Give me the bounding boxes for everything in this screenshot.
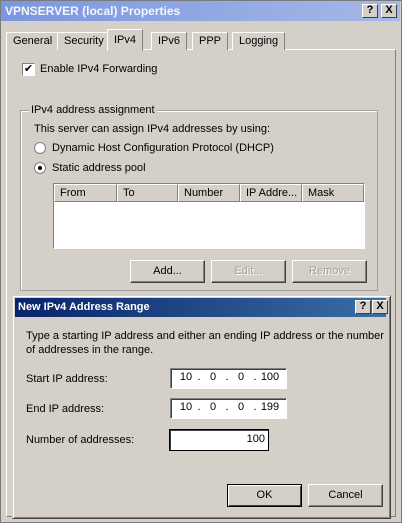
column-header-number[interactable]: Number bbox=[178, 184, 240, 202]
address-count-label: Number of addresses: bbox=[26, 434, 135, 446]
window-title: VPNSERVER (local) Properties bbox=[5, 4, 181, 18]
tab-logging[interactable]: Logging bbox=[232, 32, 286, 50]
column-header-to[interactable]: To bbox=[117, 184, 178, 202]
ip-octet[interactable]: 10 bbox=[174, 401, 198, 413]
start-ip-field[interactable]: 10 . 0 . 0 . 100 bbox=[170, 368, 287, 389]
address-count-input[interactable]: 100 bbox=[169, 429, 269, 451]
tab-ipv6[interactable]: IPv6 bbox=[151, 32, 188, 50]
ip-octet[interactable]: 199 bbox=[258, 401, 282, 413]
address-pool-list[interactable]: From To Number IP Addre... Mask bbox=[53, 183, 365, 249]
ip-octet[interactable]: 0 bbox=[201, 371, 225, 383]
dhcp-radio[interactable] bbox=[34, 142, 46, 154]
remove-button[interactable]: Remove bbox=[292, 260, 367, 283]
ipv4-forwarding-label[interactable]: Enable IPv4 Forwarding bbox=[40, 63, 157, 75]
column-header-mask[interactable]: Mask bbox=[302, 184, 364, 202]
close-icon: X bbox=[385, 4, 393, 16]
dialog-close-button[interactable]: X bbox=[372, 300, 388, 314]
tab-ipv4[interactable]: IPv4 bbox=[107, 29, 144, 51]
cancel-button[interactable]: Cancel bbox=[308, 484, 383, 507]
edit-button[interactable]: Edit... bbox=[211, 260, 286, 283]
address-count-value[interactable]: 100 bbox=[247, 433, 265, 445]
ip-octet[interactable]: 100 bbox=[258, 371, 282, 383]
help-icon: ? bbox=[359, 300, 367, 312]
ip-octet[interactable]: 0 bbox=[201, 401, 225, 413]
ipv4-forwarding-checkbox[interactable]: ✔ bbox=[22, 63, 35, 76]
ip-octet[interactable]: 0 bbox=[229, 401, 253, 413]
dialog-title: New IPv4 Address Range bbox=[18, 301, 150, 313]
window-help-button[interactable]: ? bbox=[362, 4, 378, 18]
static-pool-radio-label[interactable]: Static address pool bbox=[52, 162, 146, 174]
dialog-title-bar[interactable]: New IPv4 Address Range bbox=[15, 298, 386, 317]
radio-selected-dot bbox=[38, 166, 42, 170]
add-button[interactable]: Add... bbox=[130, 260, 205, 283]
end-ip-label: End IP address: bbox=[26, 403, 105, 415]
ip-octet[interactable]: 0 bbox=[229, 371, 253, 383]
column-header-ip-address[interactable]: IP Addre... bbox=[240, 184, 302, 202]
dhcp-radio-label[interactable]: Dynamic Host Configuration Protocol (DHC… bbox=[52, 142, 274, 154]
help-icon: ? bbox=[366, 4, 374, 16]
checkmark-icon: ✔ bbox=[23, 63, 34, 75]
static-pool-radio[interactable] bbox=[34, 162, 46, 174]
close-icon: X bbox=[376, 300, 384, 312]
tab-ppp[interactable]: PPP bbox=[192, 32, 229, 50]
tab-general[interactable]: General bbox=[6, 32, 60, 50]
address-assignment-group-label: IPv4 address assignment bbox=[29, 104, 157, 116]
tab-bar: General Security IPv4 IPv6 PPP Logging bbox=[6, 29, 396, 51]
end-ip-field[interactable]: 10 . 0 . 0 . 199 bbox=[170, 398, 287, 419]
ip-octet[interactable]: 10 bbox=[174, 371, 198, 383]
ok-button[interactable]: OK bbox=[227, 484, 302, 507]
window-title-bar[interactable]: VPNSERVER (local) Properties bbox=[1, 1, 400, 21]
start-ip-label: Start IP address: bbox=[26, 373, 108, 385]
column-header-from[interactable]: From bbox=[54, 184, 117, 202]
dialog-help-button[interactable]: ? bbox=[355, 300, 371, 314]
tab-security[interactable]: Security bbox=[57, 32, 111, 50]
address-assignment-description: This server can assign IPv4 addresses by… bbox=[34, 123, 271, 135]
dialog-description: Type a starting IP address and either an… bbox=[26, 330, 384, 356]
window-close-button[interactable]: X bbox=[381, 4, 397, 18]
